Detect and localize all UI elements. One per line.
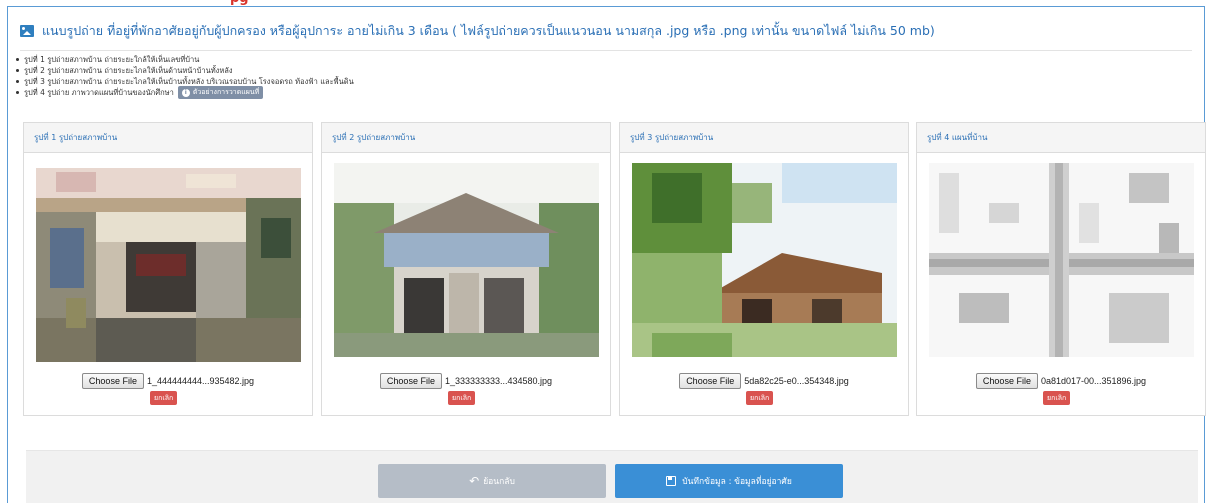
cancel-button[interactable]: ยกเลิก: [746, 391, 774, 405]
map-example-label: ตัวอย่างการวาดแผนที่: [192, 88, 260, 96]
house-photo-preview[interactable]: [632, 163, 897, 357]
instruction-item-2: รูปที่ 2 รูปถ่ายสภาพบ้าน ถ่ายระยะไกลให้เ…: [14, 65, 914, 76]
instruction-item-3: รูปที่ 3 รูปถ่ายสภาพบ้าน ถ่ายระยะไกลให้เ…: [14, 76, 914, 87]
file-name: 5da82c25-e0...354348.jpg: [744, 376, 849, 386]
instruction-item-1: รูปที่ 1 รูปถ่ายสภาพบ้าน ถ่ายระยะใกล้ให้…: [14, 54, 914, 65]
photo-card-title: รูปที่ 3 รูปถ่ายสภาพบ้าน: [620, 123, 908, 153]
photo-card-title: รูปที่ 2 รูปถ่ายสภาพบ้าน: [322, 123, 610, 153]
photo-card-3: รูปที่ 3 รูปถ่ายสภาพบ้าน Choose File 5da…: [619, 122, 909, 416]
file-input-row: Choose File 5da82c25-e0...354348.jpg: [620, 373, 908, 389]
file-name: 0a81d017-00...351896.jpg: [1040, 376, 1147, 386]
picture-icon: [20, 25, 34, 37]
photo-card-1: รูปที่ 1 รูปถ่ายสภาพบ้าน Choose File 1_4…: [23, 122, 313, 416]
choose-file-button[interactable]: Choose File: [81, 373, 144, 389]
cancel-button[interactable]: ยกเลิก: [448, 391, 476, 405]
file-input-row: Choose File 1_444444444...935482.jpg: [24, 373, 312, 389]
instruction-item-4: รูปที่ 4 รูปถ่าย ภาพวาดแผนที่บ้านของนักศ…: [14, 86, 914, 99]
choose-file-button[interactable]: Choose File: [975, 373, 1038, 389]
save-address-button[interactable]: บันทึกข้อมูล : ข้อมูลที่อยู่อาศัย: [615, 464, 843, 498]
choose-file-button[interactable]: Choose File: [379, 373, 442, 389]
file-name: 1_333333333...434580.jpg: [444, 376, 553, 386]
info-icon: i: [181, 88, 190, 97]
choose-file-button[interactable]: Choose File: [679, 373, 742, 389]
map-example-button[interactable]: i ตัวอย่างการวาดแผนที่: [177, 86, 264, 99]
cancel-button[interactable]: ยกเลิก: [1043, 391, 1071, 405]
cancel-button[interactable]: ยกเลิก: [150, 391, 178, 405]
file-name: 1_444444444...935482.jpg: [146, 376, 255, 386]
panel-heading-text: แนบรูปถ่าย ที่อยู่ที่พักอาศัยอยู่กับผู้ป…: [42, 23, 935, 38]
photo-card-2: รูปที่ 2 รูปถ่ายสภาพบ้าน Choose File 1_3…: [321, 122, 611, 416]
back-button-label: ย้อนกลับ: [483, 477, 515, 487]
house-photo-preview[interactable]: [36, 168, 301, 362]
form-footer: ↶ ย้อนกลับ บันทึกข้อมูล : ข้อมูลที่อยู่อ…: [26, 450, 1198, 503]
house-photo-preview[interactable]: [334, 163, 599, 357]
photo-card-title: รูปที่ 4 แผนที่บ้าน: [917, 123, 1205, 153]
back-button[interactable]: ↶ ย้อนกลับ: [378, 464, 606, 498]
house-map-preview[interactable]: [929, 163, 1194, 357]
save-button-label: บันทึกข้อมูล : ข้อมูลที่อยู่อาศัย: [682, 477, 792, 487]
floppy-disk-icon: [666, 476, 677, 486]
undo-icon: ↶: [469, 474, 480, 488]
file-input-row: Choose File 0a81d017-00...351896.jpg: [917, 373, 1205, 389]
photo-card-title: รูปที่ 1 รูปถ่ายสภาพบ้าน: [24, 123, 312, 153]
file-input-row: Choose File 1_333333333...434580.jpg: [322, 373, 610, 389]
instruction-list: รูปที่ 1 รูปถ่ายสภาพบ้าน ถ่ายระยะใกล้ให้…: [14, 54, 914, 99]
panel-heading: แนบรูปถ่าย ที่อยู่ที่พักอาศัยอยู่กับผู้ป…: [20, 21, 1192, 51]
photo-card-4: รูปที่ 4 แผนที่บ้าน Choose File 0a81d017…: [916, 122, 1206, 416]
